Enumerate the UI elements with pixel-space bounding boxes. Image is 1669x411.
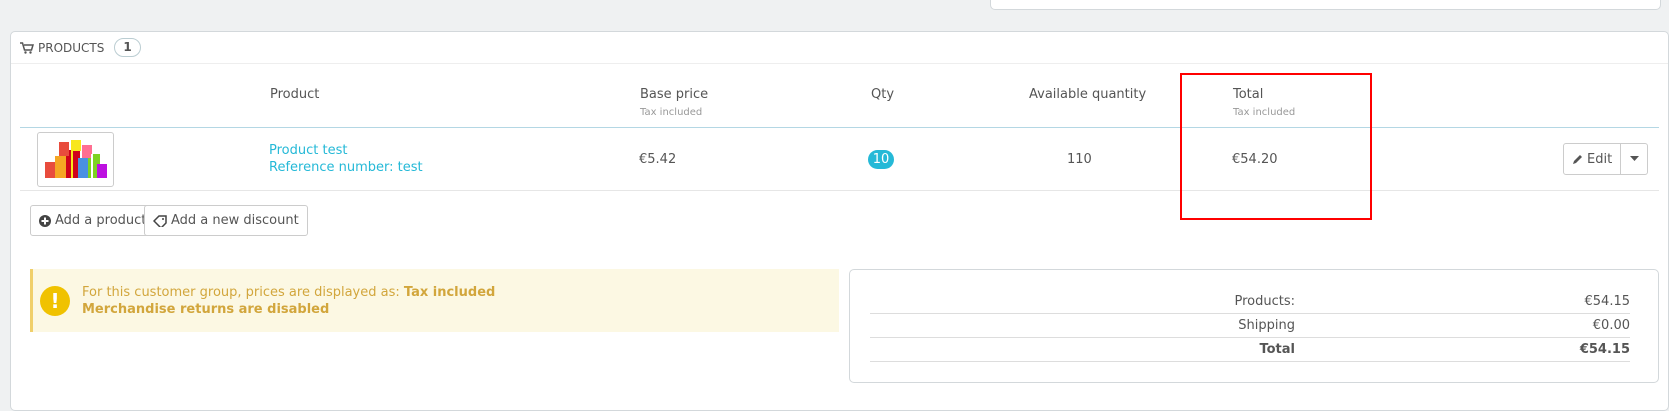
- product-qty-badge: 10: [868, 150, 894, 169]
- products-panel-title: PRODUCTS: [38, 40, 105, 55]
- alert-tax-mode: Tax included: [403, 284, 496, 300]
- tax-info-alert: ! For this customer group, prices are di…: [30, 269, 839, 332]
- table-row-divider: [20, 190, 1659, 191]
- shopping-cart-icon: [20, 41, 34, 54]
- product-available-qty: 110: [1067, 152, 1092, 167]
- caret-down-icon: [1629, 156, 1639, 161]
- edit-button[interactable]: Edit: [1564, 144, 1622, 174]
- order-totals-panel: Products: €54.15 Shipping €0.00 Total €5…: [849, 269, 1659, 383]
- edit-button-label: Edit: [1587, 151, 1613, 167]
- add-product-button[interactable]: Add a product: [30, 205, 156, 236]
- totals-products-value: €54.15: [1584, 294, 1631, 309]
- totals-shipping-value: €0.00: [1592, 318, 1630, 333]
- alert-text: For this customer group, prices are disp…: [82, 284, 495, 318]
- product-total: €54.20: [1232, 152, 1278, 167]
- column-header-base-price: Base price Tax included: [640, 87, 708, 118]
- totals-products-label: Products:: [1234, 294, 1295, 309]
- add-discount-label: Add a new discount: [171, 213, 299, 228]
- product-name-link[interactable]: Product test: [269, 143, 347, 158]
- products-count-badge: 1: [114, 38, 141, 57]
- totals-total-value: €54.15: [1579, 342, 1630, 357]
- table-header-divider: [20, 127, 1659, 128]
- exclamation-icon: !: [40, 285, 70, 316]
- alert-prefix: For this customer group, prices are disp…: [82, 284, 404, 300]
- edit-button-group[interactable]: Edit: [1563, 143, 1649, 175]
- totals-row-products: Products: €54.15: [870, 290, 1630, 314]
- products-panel-heading: PRODUCTS 1: [11, 32, 1668, 64]
- product-reference[interactable]: Reference number: test: [269, 160, 423, 175]
- alert-line-1: For this customer group, prices are disp…: [82, 284, 495, 301]
- product-reference-link[interactable]: Reference number: test: [269, 160, 423, 175]
- order-info-panel-bottom: [990, 0, 1661, 10]
- alert-line-2: Merchandise returns are disabled: [82, 301, 495, 318]
- column-header-base-price-sub: Tax included: [640, 107, 703, 118]
- add-product-label: Add a product: [55, 213, 147, 228]
- column-header-available-qty-label: Available quantity: [1029, 87, 1147, 102]
- column-header-product: Product: [270, 87, 319, 102]
- column-header-total: Total Tax included: [1233, 87, 1295, 118]
- product-thumbnail[interactable]: [37, 132, 114, 187]
- column-header-product-label: Product: [270, 87, 320, 102]
- column-header-available-qty: Available quantity: [1029, 87, 1146, 102]
- column-header-base-price-label: Base price: [640, 87, 709, 102]
- totals-row-shipping: Shipping €0.00: [870, 314, 1630, 338]
- column-header-total-sub: Tax included: [1233, 107, 1296, 118]
- totals-row-total: Total €54.15: [870, 338, 1630, 362]
- column-header-qty: Qty: [871, 87, 894, 102]
- add-discount-button[interactable]: Add a new discount: [144, 205, 308, 236]
- pencil-icon: [1573, 155, 1582, 164]
- alert-returns: Merchandise returns are disabled: [82, 301, 330, 317]
- ticket-icon: [153, 214, 167, 227]
- product-base-price: €5.42: [639, 152, 677, 167]
- plus-circle-icon: [39, 214, 51, 227]
- totals-total-label: Total: [1259, 342, 1295, 357]
- edit-dropdown-toggle[interactable]: [1621, 144, 1647, 174]
- gift-boxes-image: [45, 140, 107, 178]
- product-name[interactable]: Product test: [269, 143, 347, 158]
- totals-shipping-label: Shipping: [1238, 318, 1295, 333]
- column-header-qty-label: Qty: [871, 87, 895, 102]
- column-header-total-label: Total: [1233, 87, 1264, 102]
